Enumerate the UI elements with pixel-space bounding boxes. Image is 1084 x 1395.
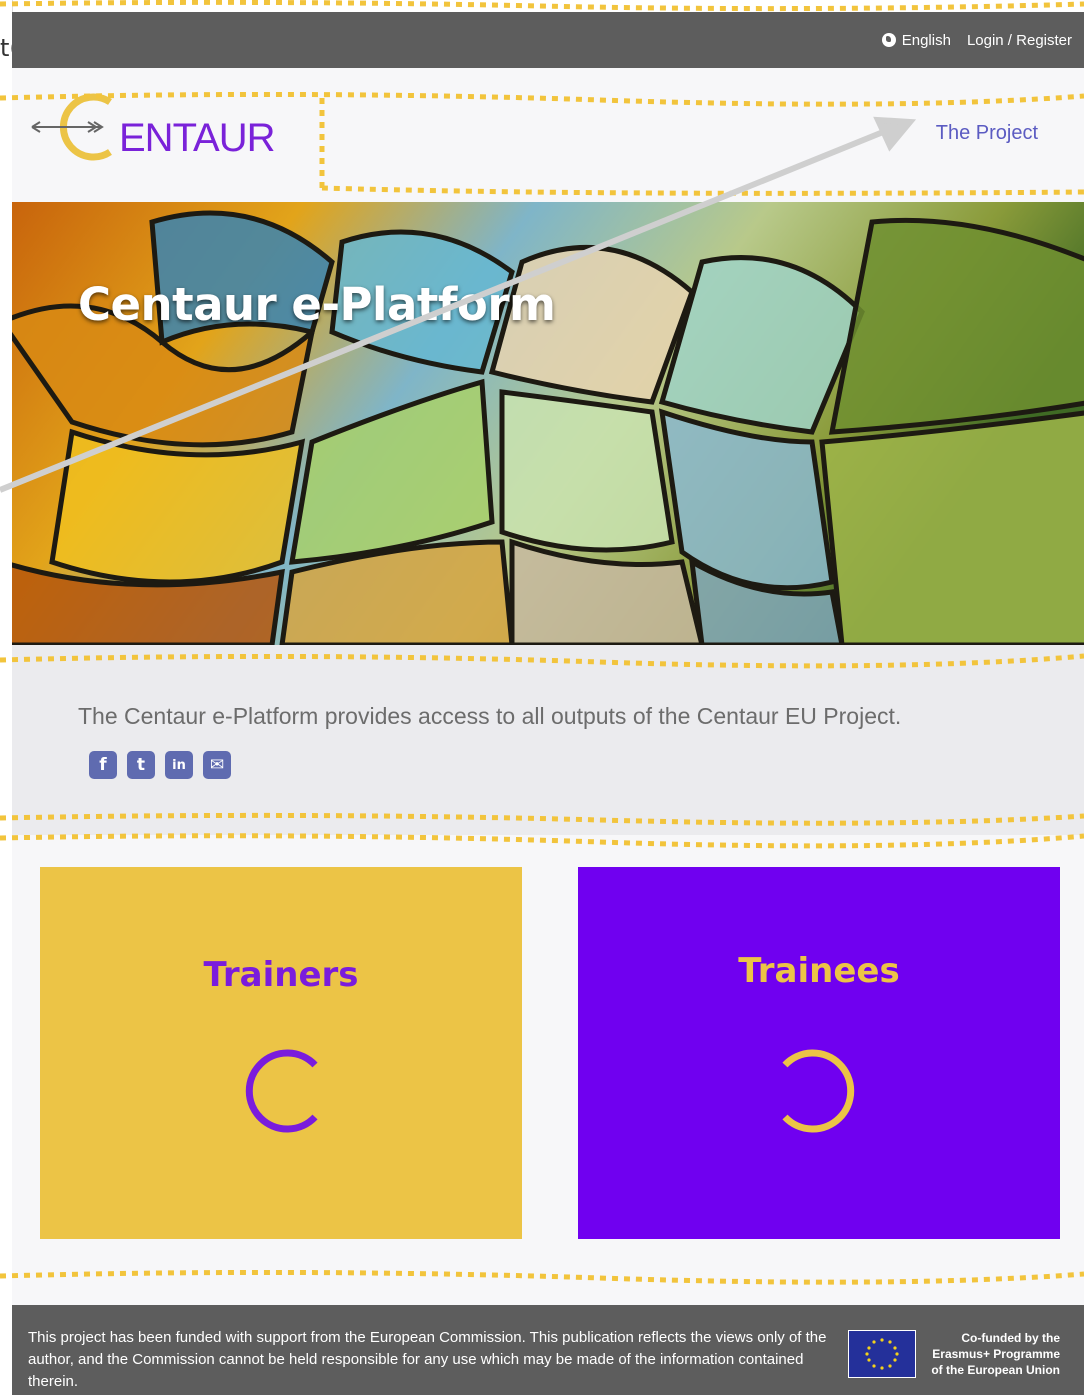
funding-disclaimer: This project has been funded with suppor…: [28, 1329, 827, 1390]
trainees-card[interactable]: Trainees: [578, 867, 1060, 1239]
logo-text: ENTAUR: [119, 116, 275, 160]
trainees-c-icon: [782, 1049, 855, 1133]
social-share-links: f t in ✉: [89, 751, 231, 779]
hero-stained-glass-image: [12, 202, 1084, 645]
centaur-logo[interactable]: ENTAUR: [30, 90, 280, 170]
hero-title: Centaur e-Platform: [78, 278, 556, 331]
login-register-link[interactable]: Login / Register: [967, 32, 1072, 49]
eu-cofunded-text: Co-funded by the Erasmus+ Programme of t…: [931, 1331, 1060, 1377]
eu-flag-icon: [848, 1330, 916, 1378]
language-label: English: [901, 31, 951, 49]
top-bar: English Login / Register: [12, 12, 1084, 68]
intro-text: The Centaur e-Platform provides access t…: [78, 703, 902, 729]
hero-banner: Centaur e-Platform: [12, 202, 1084, 645]
facebook-icon[interactable]: f: [89, 751, 117, 779]
twitter-icon[interactable]: t: [127, 751, 155, 779]
globe-icon: [881, 33, 896, 47]
trainers-c-icon: [245, 1049, 318, 1133]
nav-the-project[interactable]: The Project: [936, 122, 1038, 145]
site-footer: This project has been funded with suppor…: [12, 1305, 1084, 1395]
page: English Login / Register ENTAUR The Proj…: [12, 12, 1084, 1395]
site-header: ENTAUR The Project: [12, 68, 1084, 202]
trainers-label: Trainers: [203, 955, 359, 995]
role-cards: Trainers Trainees: [12, 835, 1084, 1305]
trainers-card[interactable]: Trainers: [40, 867, 522, 1239]
email-icon[interactable]: ✉: [203, 751, 231, 779]
linkedin-icon[interactable]: in: [165, 751, 193, 779]
trainees-label: Trainees: [738, 951, 900, 991]
intro-section: The Centaur e-Platform provides access t…: [12, 645, 1084, 835]
language-selector[interactable]: English: [881, 31, 951, 49]
